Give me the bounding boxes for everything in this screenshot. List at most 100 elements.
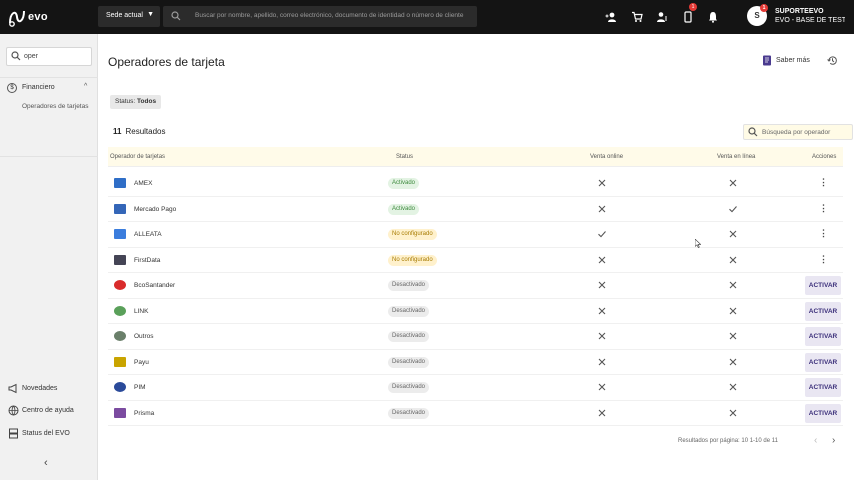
user-avatar[interactable]: S 1	[747, 4, 768, 26]
page-title: Operadores de tarjeta	[108, 55, 225, 69]
evo-logo[interactable]: evo	[8, 7, 48, 27]
table-search-input[interactable]: Búsqueda por operador	[743, 124, 853, 140]
activar-button[interactable]: ACTIVAR	[805, 352, 841, 372]
activar-button[interactable]: ACTIVAR	[805, 327, 841, 346]
status-filter-chip[interactable]: Status: Todos	[110, 95, 162, 109]
global-search-input[interactable]: Buscar por nombre, apellido, correo elec…	[163, 6, 477, 27]
main-content: Operadores de tarjeta Saber más Status: …	[98, 34, 854, 480]
server-icon	[9, 428, 18, 439]
sidebar-link-label: Status del EVO	[22, 430, 70, 437]
avatar-badge: 1	[760, 4, 768, 12]
close-icon	[597, 331, 607, 341]
column-header-status[interactable]: Status	[396, 154, 413, 160]
operator-logo-icon	[114, 203, 126, 214]
table-row[interactable]: Prisma Desactivado ACTIVAR	[108, 401, 843, 426]
person-money-icon[interactable]	[656, 11, 668, 23]
add-person-icon[interactable]	[605, 11, 617, 23]
results-label: Resultados	[125, 127, 166, 136]
more-options-icon[interactable]: ⋮	[819, 177, 828, 188]
collapse-sidebar-icon[interactable]: ‹	[44, 457, 48, 469]
column-header-operador[interactable]: Operador de tarjetas	[110, 154, 165, 160]
table-row[interactable]: Mercado Pago Activado ⋮	[108, 197, 843, 222]
status-badge: Activado	[388, 203, 420, 215]
table-row[interactable]: PIM Desactivado ACTIVAR	[108, 375, 843, 401]
chevron-left-icon[interactable]: ‹	[814, 435, 817, 446]
user-name[interactable]: SUPORTEEVO	[775, 8, 824, 15]
more-options-icon[interactable]: ⋮	[819, 228, 828, 239]
status-badge: No configurado	[388, 254, 437, 266]
table-row[interactable]: LINK Desactivado ACTIVAR	[108, 299, 843, 324]
globe-icon	[8, 405, 19, 416]
status-badge: Desactivado	[388, 356, 430, 368]
table-row[interactable]: Outros Desactivado ACTIVAR	[108, 324, 843, 350]
close-icon	[728, 255, 738, 265]
sidebar-item-operadores[interactable]: Operadores de tarjetas	[22, 103, 88, 110]
status-badge: Desactivado	[388, 407, 430, 419]
saber-mas-label: Saber más	[776, 57, 810, 64]
operator-logo-icon	[114, 305, 126, 316]
table-row[interactable]: Payu Desactivado ACTIVAR	[108, 350, 843, 375]
table-row[interactable]: ALLEATA No configurado ⋮	[108, 222, 843, 248]
operator-logo-icon	[114, 407, 126, 418]
operator-logo-icon	[114, 331, 126, 341]
notification-badge: 1	[689, 3, 697, 11]
table-row[interactable]: FirstData No configurado ⋮	[108, 248, 843, 273]
sidebar-search-input[interactable]: oper	[6, 47, 92, 66]
table-row[interactable]: BcoSantander Desactivado ACTIVAR	[108, 273, 843, 299]
operator-name: Mercado Pago	[134, 205, 177, 213]
operator-name: FirstData	[134, 256, 161, 264]
sidebar-link-label: Novedades	[22, 385, 58, 392]
close-icon	[728, 306, 738, 316]
check-icon	[728, 204, 738, 214]
brand-name: evo	[28, 11, 48, 23]
history-icon[interactable]	[827, 55, 838, 66]
bell-icon[interactable]	[707, 11, 719, 23]
status-badge: Desactivado	[388, 280, 430, 291]
operator-name: Prisma	[134, 409, 155, 417]
sidebar-group-financiero[interactable]: $ Financiero ^ Operadores de tarjetas	[0, 77, 98, 157]
search-icon	[748, 127, 758, 137]
more-options-icon[interactable]: ⋮	[819, 254, 828, 265]
status-badge: No configurado	[388, 229, 437, 240]
operator-name: PIM	[134, 384, 146, 391]
chevron-down-icon: ▼	[147, 11, 154, 18]
close-icon	[728, 229, 738, 239]
operator-name: AMEX	[134, 180, 153, 187]
chevron-up-icon[interactable]: ^	[84, 83, 87, 90]
status-badge: Desactivado	[388, 331, 430, 342]
status-badge: Desactivado	[388, 382, 430, 393]
results-count: 11 Resultados	[113, 127, 166, 136]
close-icon	[597, 280, 607, 290]
activar-button[interactable]: ACTIVAR	[805, 403, 841, 423]
close-icon	[728, 331, 738, 341]
activar-button[interactable]: ACTIVAR	[805, 301, 841, 321]
activar-button[interactable]: ACTIVAR	[805, 276, 841, 295]
sede-selector[interactable]: Sede actual ▼	[98, 6, 160, 27]
table-row[interactable]: AMEX Activado ⋮	[108, 171, 843, 197]
operator-logo-icon	[114, 229, 126, 239]
close-icon	[728, 357, 738, 367]
chevron-right-icon[interactable]: ›	[832, 435, 835, 446]
operator-name: ALLEATA	[134, 231, 162, 238]
cart-icon[interactable]	[631, 11, 643, 23]
operator-logo-icon	[114, 178, 126, 188]
search-icon	[171, 11, 181, 21]
search-icon	[11, 51, 21, 61]
mouse-cursor-icon	[695, 239, 701, 248]
filter-label: Status:	[115, 98, 136, 105]
mobile-icon[interactable]: 1	[682, 3, 697, 23]
column-header-venta-linea[interactable]: Venta en línea	[717, 154, 755, 160]
close-icon	[597, 255, 607, 265]
more-options-icon[interactable]: ⋮	[819, 203, 828, 214]
operator-name: Outros	[134, 333, 154, 340]
user-branch[interactable]: EVO - BASE DE TESTE...	[775, 17, 845, 24]
operator-logo-icon	[114, 356, 126, 367]
operator-name: LINK	[134, 307, 149, 315]
status-badge: Desactivado	[388, 305, 430, 317]
operator-logo-icon	[114, 280, 126, 290]
column-header-venta-online[interactable]: Venta online	[590, 154, 623, 160]
activar-button[interactable]: ACTIVAR	[805, 378, 841, 397]
megaphone-icon	[8, 383, 17, 394]
operator-name: BcoSantander	[134, 282, 176, 289]
close-icon	[728, 382, 738, 392]
